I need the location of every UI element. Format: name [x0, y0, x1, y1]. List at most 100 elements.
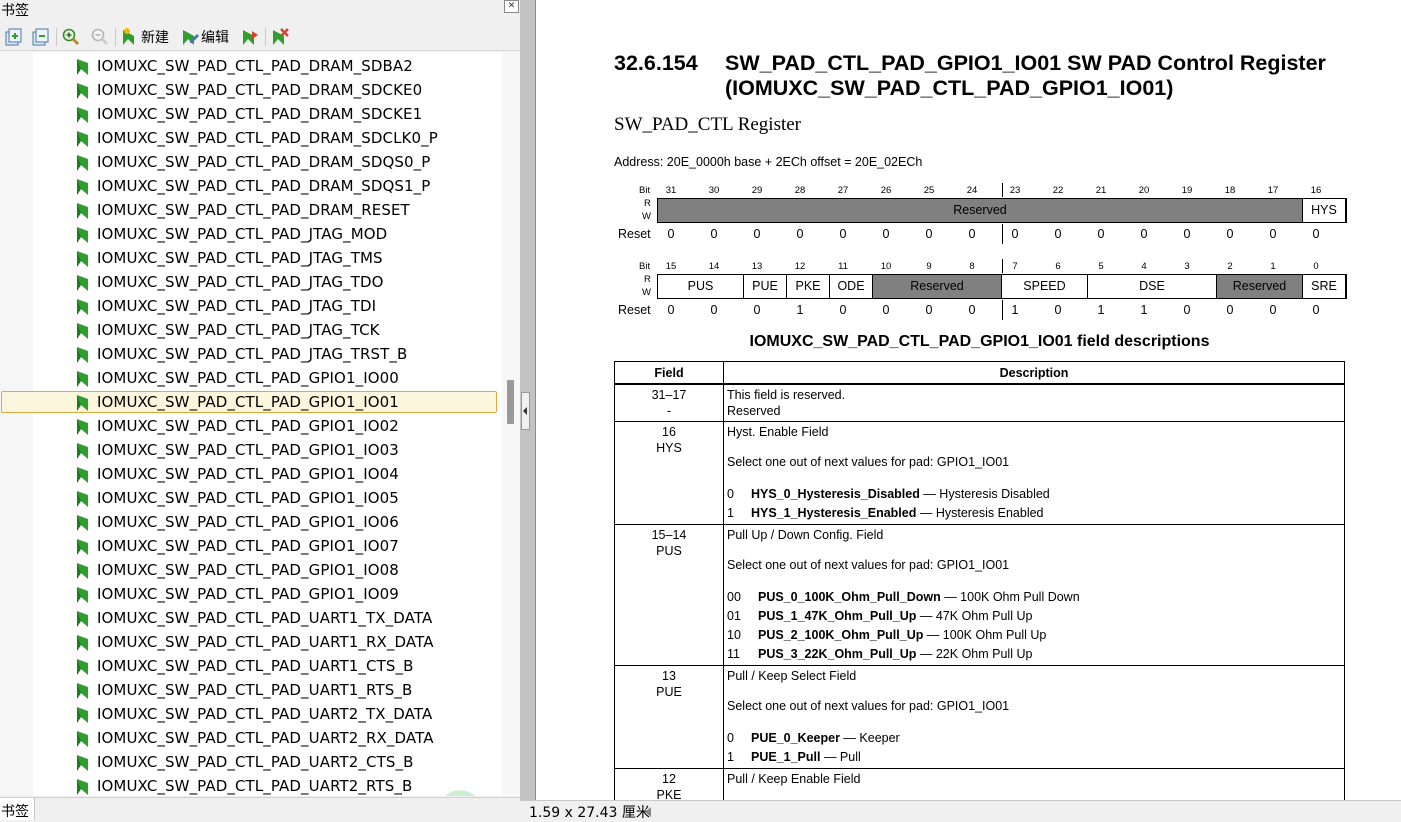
reset-value: 1: [1097, 303, 1105, 317]
bookmark-item[interactable]: IOMUXC_SW_PAD_CTL_PAD_UART2_TX_DATA: [0, 702, 500, 726]
bookmark-item[interactable]: IOMUXC_SW_PAD_CTL_PAD_DRAM_SDCKE1: [0, 102, 500, 126]
bookmark-item[interactable]: IOMUXC_SW_PAD_CTL_PAD_UART2_RX_DATA: [0, 726, 500, 750]
bit-number: 21: [1095, 185, 1107, 196]
reset-value: 0: [710, 303, 718, 317]
bookmark-item[interactable]: IOMUXC_SW_PAD_CTL_PAD_JTAG_TDO: [0, 270, 500, 294]
bookmark-item[interactable]: IOMUXC_SW_PAD_CTL_PAD_UART1_TX_DATA: [0, 606, 500, 630]
register-field: DSE: [1088, 275, 1217, 298]
bookmark-item-label: IOMUXC_SW_PAD_CTL_PAD_GPIO1_IO09: [97, 585, 399, 603]
zoom-in-button[interactable]: [61, 27, 81, 47]
table-header-row: Field Description: [614, 361, 1345, 385]
edit-bookmark-icon: [183, 30, 199, 45]
field-name: PKE: [656, 788, 682, 800]
reset-row-label: Reset: [618, 227, 651, 241]
bookmark-icon: [77, 779, 88, 795]
bookmark-icon: [77, 467, 88, 483]
bookmark-item[interactable]: IOMUXC_SW_PAD_CTL_PAD_GPIO1_IO06: [0, 510, 500, 534]
bookmark-item[interactable]: IOMUXC_SW_PAD_CTL_PAD_GPIO1_IO01: [0, 390, 500, 414]
new-bookmark-button[interactable]: 新建: [120, 27, 169, 47]
close-icon[interactable]: ✕: [504, 0, 519, 13]
bookmark-item[interactable]: IOMUXC_SW_PAD_CTL_PAD_DRAM_SDQS1_P: [0, 174, 500, 198]
bookmark-item[interactable]: IOMUXC_SW_PAD_CTL_PAD_GPIO1_IO02: [0, 414, 500, 438]
byte-boundary-tick: [1002, 183, 1003, 197]
value-name: HYS_0_Hysteresis_Disabled: [751, 486, 920, 501]
value-name: PUE_0_Keeper: [751, 730, 840, 745]
table-caption: IOMUXC_SW_PAD_CTL_PAD_GPIO1_IO01 field d…: [749, 333, 1210, 350]
bookmark-item[interactable]: IOMUXC_SW_PAD_CTL_PAD_JTAG_TDI: [0, 294, 500, 318]
edit-bookmark-button[interactable]: 编辑: [180, 27, 229, 47]
reset-value: 0: [1183, 303, 1191, 317]
bookmark-icon: [77, 347, 88, 363]
bookmark-item[interactable]: IOMUXC_SW_PAD_CTL_PAD_UART2_CTS_B: [0, 750, 500, 774]
bookmark-item[interactable]: IOMUXC_SW_PAD_CTL_PAD_GPIO1_IO04: [0, 462, 500, 486]
value-code: 10: [727, 627, 741, 642]
zoom-out-button[interactable]: [90, 27, 110, 47]
bookmark-item[interactable]: IOMUXC_SW_PAD_CTL_PAD_UART1_RTS_B: [0, 678, 500, 702]
reset-value: 0: [1312, 227, 1320, 241]
bookmark-item[interactable]: IOMUXC_SW_PAD_CTL_PAD_UART2_RTS_B: [0, 774, 500, 796]
bookmark-icon: [77, 203, 88, 219]
field-bits: 15–14: [651, 528, 687, 542]
description-text: Hyst. Enable Field: [727, 425, 829, 439]
delete-bookmark-button[interactable]: [270, 27, 290, 47]
bookmark-item-label: IOMUXC_SW_PAD_CTL_PAD_JTAG_MOD: [97, 225, 388, 243]
value-description: — 100K Ohm Pull Up: [923, 627, 1047, 642]
value-code: 1: [727, 505, 734, 520]
bookmark-item[interactable]: IOMUXC_SW_PAD_CTL_PAD_UART1_RX_DATA: [0, 630, 500, 654]
bit-number: 18: [1224, 185, 1236, 196]
bookmark-item-label: IOMUXC_SW_PAD_CTL_PAD_GPIO1_IO05: [97, 489, 399, 507]
field-value-row: 00 PUS_0_100K_Ohm_Pull_Down — 100K Ohm Pu…: [727, 587, 1340, 606]
bookmark-item-label: IOMUXC_SW_PAD_CTL_PAD_DRAM_SDBA2: [97, 57, 413, 75]
bit-number: 20: [1138, 185, 1150, 196]
field-name: -: [666, 404, 672, 418]
bookmark-item-label: IOMUXC_SW_PAD_CTL_PAD_UART1_CTS_B: [97, 657, 414, 675]
bookmark-icon: [77, 59, 88, 75]
scroll-left-arrow-icon[interactable]: [645, 807, 651, 817]
byte-boundary-tick: [1002, 259, 1003, 273]
bookmark-item-label: IOMUXC_SW_PAD_CTL_PAD_JTAG_TDO: [97, 273, 384, 291]
bookmark-item[interactable]: IOMUXC_SW_PAD_CTL_PAD_DRAM_SDBA2: [0, 54, 500, 78]
bookmark-item[interactable]: IOMUXC_SW_PAD_CTL_PAD_DRAM_SDQS0_P: [0, 150, 500, 174]
bookmark-item[interactable]: IOMUXC_SW_PAD_CTL_PAD_UART1_CTS_B: [0, 654, 500, 678]
collapse-all-button[interactable]: [30, 27, 50, 47]
goto-bookmark-button[interactable]: [240, 27, 260, 47]
bookmark-item[interactable]: IOMUXC_SW_PAD_CTL_PAD_JTAG_TMS: [0, 246, 500, 270]
value-description: — Keeper: [839, 730, 900, 745]
collapse-panel-arrow-icon[interactable]: [521, 392, 530, 430]
description-column-header: Description: [723, 361, 1345, 385]
expand-all-button[interactable]: [3, 27, 23, 47]
byte-boundary-tick: [1002, 224, 1003, 244]
reset-value: 0: [968, 303, 976, 317]
description-cell: Pull Up / Down Config. Field Select one o…: [723, 524, 1345, 666]
bookmark-item[interactable]: IOMUXC_SW_PAD_CTL_PAD_JTAG_TCK: [0, 318, 500, 342]
bookmark-item[interactable]: IOMUXC_SW_PAD_CTL_PAD_DRAM_SDCLK0_P: [0, 126, 500, 150]
select-values-text: Select one out of next values for pad: G…: [727, 699, 1010, 713]
pane-splitter[interactable]: [520, 0, 536, 821]
field-value-row: 01 PUS_1_47K_Ohm_Pull_Up — 47K Ohm Pull U…: [727, 606, 1340, 625]
value-description: — Hysteresis Enabled: [916, 505, 1044, 520]
bookmark-item[interactable]: IOMUXC_SW_PAD_CTL_PAD_GPIO1_IO05: [0, 486, 500, 510]
description-cell: Pull / Keep Enable Field: [723, 768, 1345, 800]
bookmark-item[interactable]: IOMUXC_SW_PAD_CTL_PAD_GPIO1_IO09: [0, 582, 500, 606]
bookmark-item[interactable]: IOMUXC_SW_PAD_CTL_PAD_DRAM_SDCKE0: [0, 78, 500, 102]
scrollbar-thumb[interactable]: [507, 380, 514, 424]
bookmark-item-label: IOMUXC_SW_PAD_CTL_PAD_GPIO1_IO08: [97, 561, 399, 579]
bookmark-item[interactable]: IOMUXC_SW_PAD_CTL_PAD_GPIO1_IO07: [0, 534, 500, 558]
reset-value: 0: [1226, 303, 1234, 317]
bookmark-item[interactable]: IOMUXC_SW_PAD_CTL_PAD_GPIO1_IO03: [0, 438, 500, 462]
bookmark-item[interactable]: IOMUXC_SW_PAD_CTL_PAD_GPIO1_IO00: [0, 366, 500, 390]
field-bits: 13: [662, 669, 676, 683]
bookmark-tree-scrollbar[interactable]: [502, 52, 520, 796]
register-field: PUE: [744, 275, 787, 298]
bookmark-item-label: IOMUXC_SW_PAD_CTL_PAD_JTAG_TCK: [97, 321, 380, 339]
bookmark-item[interactable]: IOMUXC_SW_PAD_CTL_PAD_JTAG_TRST_B: [0, 342, 500, 366]
value-name: PUS_0_100K_Ohm_Pull_Down: [758, 589, 941, 604]
bit-number: 25: [923, 185, 935, 196]
bit-row-label: Bit: [639, 261, 651, 272]
bookmark-item[interactable]: IOMUXC_SW_PAD_CTL_PAD_DRAM_RESET: [0, 198, 500, 222]
bookmark-item[interactable]: IOMUXC_SW_PAD_CTL_PAD_JTAG_MOD: [0, 222, 500, 246]
field-name: PUE: [656, 685, 682, 699]
bit-number: 11: [838, 261, 848, 272]
bookmark-item[interactable]: IOMUXC_SW_PAD_CTL_PAD_GPIO1_IO08: [0, 558, 500, 582]
reset-value: 0: [1269, 227, 1277, 241]
